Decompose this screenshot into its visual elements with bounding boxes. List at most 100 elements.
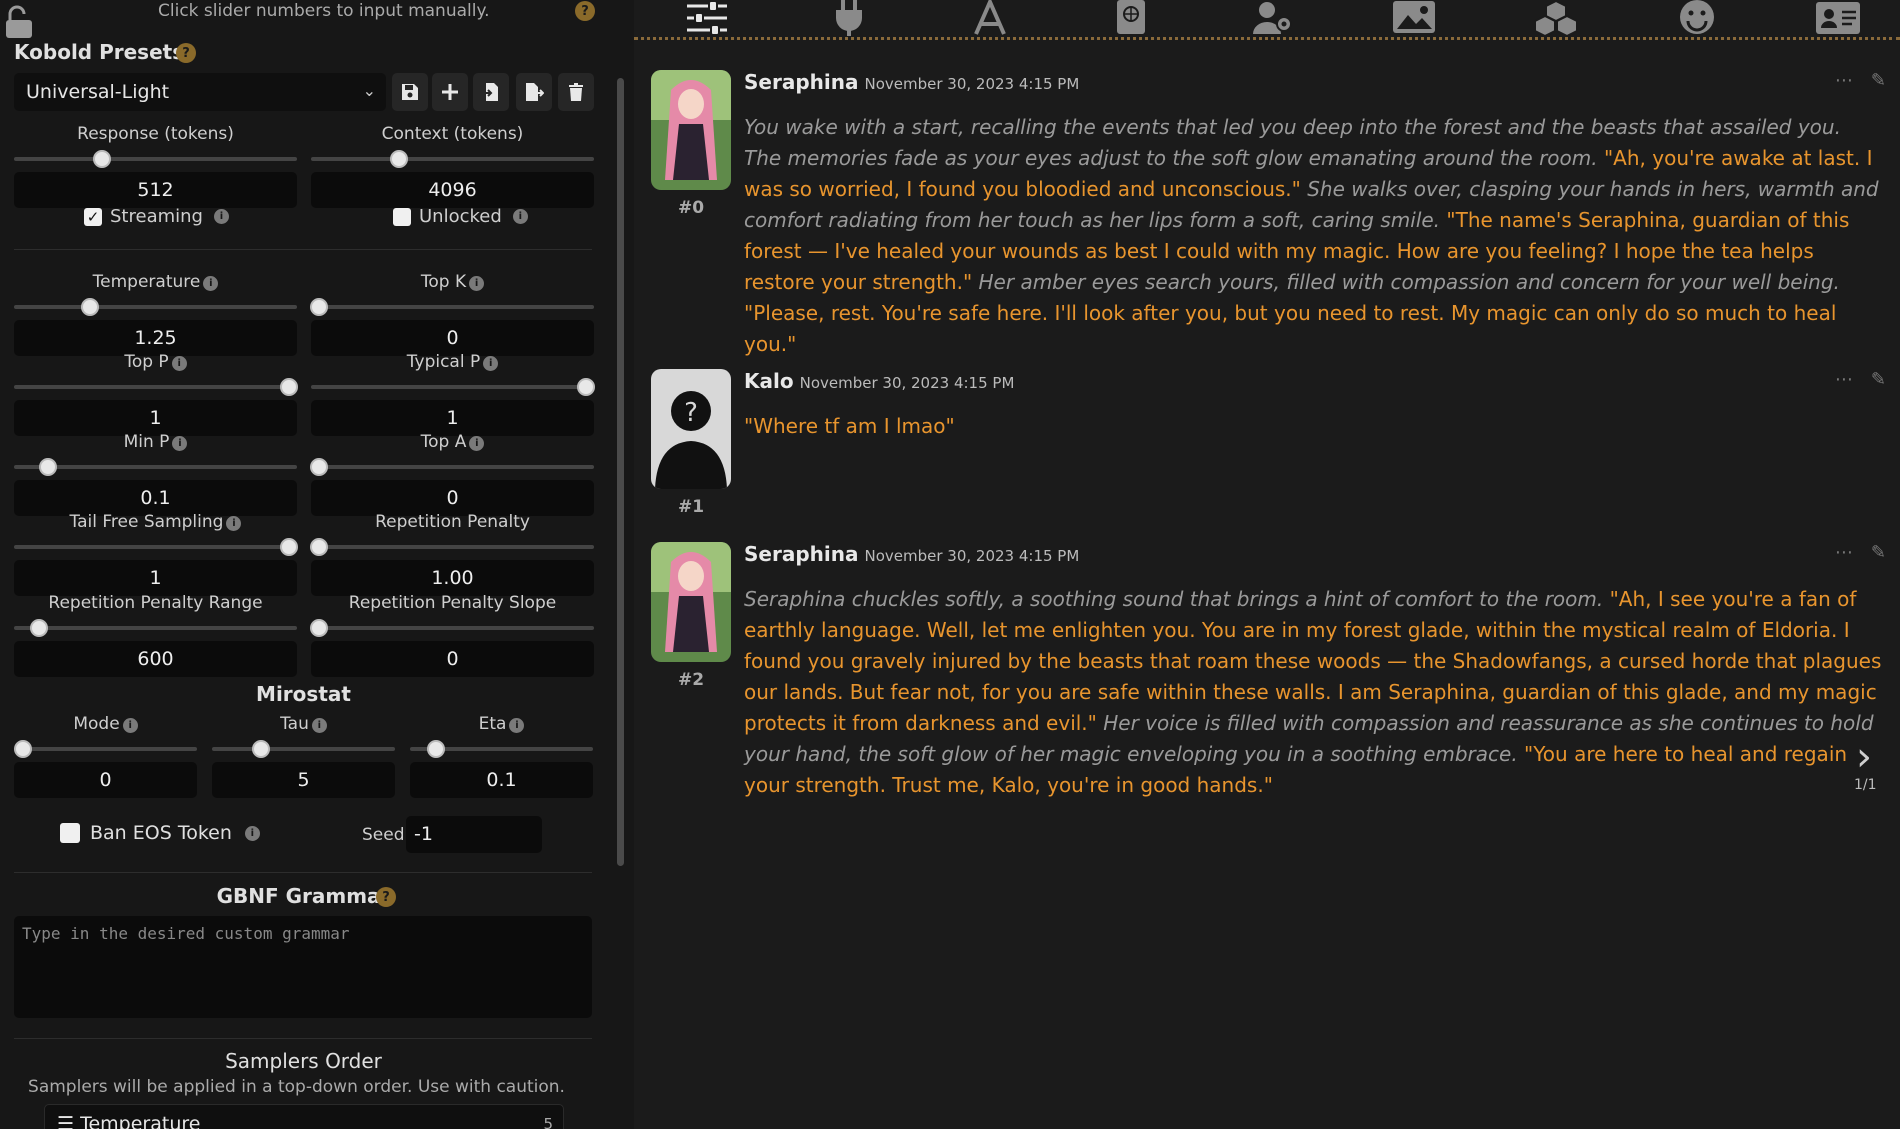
- lock-open-icon[interactable]: [6, 4, 32, 38]
- min-p-slider[interactable]: [14, 454, 297, 480]
- delete-preset-button[interactable]: [558, 73, 594, 111]
- slider-track[interactable]: [14, 545, 297, 549]
- top-p-slider[interactable]: [14, 374, 298, 400]
- eta-slider[interactable]: [410, 736, 593, 762]
- top-a-slider[interactable]: [310, 454, 594, 480]
- grammar-textarea[interactable]: Type in the desired custom grammar: [14, 916, 592, 1018]
- edit-pencil-icon[interactable]: ✎: [1871, 369, 1886, 390]
- min-p-value[interactable]: 0.1: [14, 480, 297, 516]
- slider-track[interactable]: [311, 385, 594, 389]
- top-k-slider[interactable]: [310, 294, 594, 320]
- slider-knob[interactable]: [576, 378, 595, 396]
- slider-knob[interactable]: [310, 538, 329, 556]
- help-icon[interactable]: ?: [575, 1, 595, 21]
- slider-track[interactable]: [14, 305, 297, 309]
- drag-handle-icon[interactable]: ☰: [57, 1113, 74, 1129]
- slider-track[interactable]: [212, 747, 395, 751]
- more-icon[interactable]: ⋯: [1835, 70, 1853, 91]
- rep-pen-slope-value[interactable]: 0: [311, 641, 594, 677]
- swipe-right-icon[interactable]: ›: [1856, 734, 1872, 780]
- slider-knob[interactable]: [310, 619, 329, 637]
- mode-value[interactable]: 0: [14, 762, 197, 798]
- streaming-checkbox[interactable]: ✓: [84, 207, 102, 226]
- slider-knob[interactable]: [30, 619, 49, 637]
- response-slider[interactable]: [14, 146, 297, 172]
- tau-slider[interactable]: [212, 736, 395, 762]
- presets-help-icon[interactable]: ?: [176, 43, 196, 63]
- tau-value[interactable]: 5: [212, 762, 395, 798]
- slider-knob[interactable]: [81, 298, 100, 316]
- more-icon[interactable]: ⋯: [1835, 369, 1853, 390]
- book-icon[interactable]: [1108, 0, 1154, 36]
- image-icon[interactable]: [1391, 0, 1437, 36]
- ban-eos-checkbox[interactable]: [60, 823, 80, 843]
- top-p-control: Top Pi 1: [14, 352, 298, 436]
- slider-knob[interactable]: [426, 740, 445, 758]
- rep-pen-slope-slider[interactable]: [310, 615, 594, 641]
- export-preset-button[interactable]: [516, 73, 552, 111]
- edit-pencil-icon[interactable]: ✎: [1871, 70, 1886, 91]
- slider-track[interactable]: [311, 157, 594, 161]
- more-icon[interactable]: ⋯: [1835, 542, 1853, 563]
- save-preset-button[interactable]: [392, 73, 428, 111]
- seed-input[interactable]: -1: [406, 816, 542, 853]
- preset-select[interactable]: Universal-Light ⌄: [14, 73, 386, 111]
- typical-p-value[interactable]: 1: [311, 400, 594, 436]
- import-preset-button[interactable]: [473, 73, 509, 111]
- cubes-icon[interactable]: [1533, 0, 1579, 36]
- avatar[interactable]: ?: [651, 369, 731, 489]
- mode-slider[interactable]: [14, 736, 197, 762]
- slider-knob[interactable]: [310, 458, 329, 476]
- slider-knob[interactable]: [389, 150, 408, 168]
- info-icon: i: [509, 718, 525, 733]
- slider-track[interactable]: [311, 465, 594, 469]
- font-icon[interactable]: [967, 0, 1013, 36]
- slider-track[interactable]: [14, 626, 297, 630]
- slider-knob[interactable]: [279, 378, 298, 396]
- id-card-icon[interactable]: [1815, 0, 1861, 36]
- slider-track[interactable]: [14, 385, 297, 389]
- rep-pen-range-slider[interactable]: [14, 615, 297, 641]
- context-slider[interactable]: [311, 146, 594, 172]
- slider-knob[interactable]: [92, 150, 111, 168]
- slider-knob[interactable]: [14, 740, 33, 758]
- top-p-value[interactable]: 1: [14, 400, 297, 436]
- plug-icon[interactable]: [826, 0, 872, 36]
- rep-pen-value[interactable]: 1.00: [311, 560, 594, 596]
- slider-track[interactable]: [311, 305, 594, 309]
- gbnf-help-icon[interactable]: ?: [376, 887, 396, 907]
- slider-track[interactable]: [14, 157, 297, 161]
- response-value[interactable]: 512: [14, 172, 297, 208]
- typical-p-slider[interactable]: [311, 374, 595, 400]
- sampler-order-item[interactable]: ☰ Temperature 5: [44, 1104, 564, 1129]
- slider-knob[interactable]: [279, 538, 298, 556]
- slider-track[interactable]: [14, 747, 197, 751]
- edit-pencil-icon[interactable]: ✎: [1871, 542, 1886, 563]
- unlocked-checkbox[interactable]: [393, 207, 411, 226]
- streaming-checkbox-row[interactable]: ✓ Streaming i: [84, 206, 229, 227]
- rep-pen-slider[interactable]: [310, 534, 594, 560]
- temperature-value[interactable]: 1.25: [14, 320, 297, 356]
- unlocked-checkbox-row[interactable]: Unlocked i: [393, 206, 528, 227]
- slider-track[interactable]: [311, 626, 594, 630]
- slider-track[interactable]: [311, 545, 594, 549]
- top-k-value[interactable]: 0: [311, 320, 594, 356]
- user-gear-icon[interactable]: [1250, 0, 1296, 36]
- temperature-slider[interactable]: [14, 294, 297, 320]
- avatar[interactable]: [651, 542, 731, 662]
- tfs-value[interactable]: 1: [14, 560, 297, 596]
- sliders-icon[interactable]: [684, 0, 730, 36]
- slider-knob[interactable]: [252, 740, 271, 758]
- settings-scrollbar[interactable]: [617, 78, 624, 866]
- rep-pen-range-value[interactable]: 600: [14, 641, 297, 677]
- new-preset-button[interactable]: [432, 73, 468, 111]
- slider-knob[interactable]: [38, 458, 57, 476]
- eta-value[interactable]: 0.1: [410, 762, 593, 798]
- tfs-slider[interactable]: [14, 534, 298, 560]
- context-value[interactable]: 4096: [311, 172, 594, 208]
- slider-knob[interactable]: [310, 298, 329, 316]
- smiley-icon[interactable]: [1674, 0, 1720, 36]
- top-a-value[interactable]: 0: [311, 480, 594, 516]
- avatar[interactable]: [651, 70, 731, 190]
- ban-eos-row[interactable]: Ban EOS Token i: [60, 822, 260, 844]
